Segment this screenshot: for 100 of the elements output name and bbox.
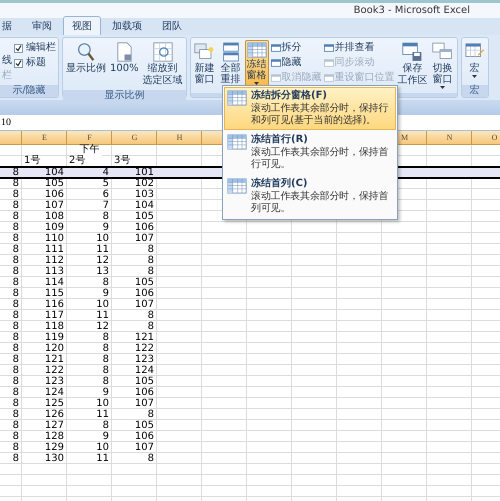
table-cell-text: 106 [44, 190, 65, 200]
table-cell-text: 101 [134, 168, 155, 177]
table-cell-text: 106 [134, 223, 155, 234]
table-cell-text: 110 [44, 234, 65, 244]
table-cell-text: 128 [44, 432, 65, 442]
table-cell-text: 123 [44, 377, 65, 388]
group-label: 示/隐藏 [0, 85, 58, 97]
table-cell-text: 8 [12, 432, 20, 442]
table-cell-text: 11 [95, 311, 110, 322]
window-title: Book3 - Microsoft Excel [354, 5, 470, 16]
table-cell-text: 2号 [68, 156, 86, 167]
table-cell-text: 3号 [113, 156, 132, 167]
table-cell-text: 124 [134, 366, 155, 376]
table-cell-text: 8 [12, 311, 20, 322]
table-cell-text: 114 [44, 278, 65, 288]
table-cell-text: 129 [44, 443, 65, 454]
table-cell-text: 8 [12, 278, 20, 288]
table-cell-text: 107 [134, 399, 155, 410]
table-cell: 下午 [78, 145, 102, 156]
table-cell-text: 8 [12, 234, 20, 244]
table-cell-text: 121 [44, 355, 65, 366]
table-cell-text: 6 [102, 190, 110, 200]
table-cell-text: 9 [102, 432, 110, 442]
table-cell-text: 5 [102, 179, 110, 190]
table-cell-text: 104 [44, 168, 65, 177]
table-cell-text: 1号 [23, 156, 42, 167]
checkbox-label: 编辑栏 [26, 42, 56, 54]
table-cell-text: 104 [134, 201, 155, 212]
table-cell-text: 4 [102, 168, 110, 177]
table-cell-text: 105 [134, 278, 155, 288]
table-cell-text: 116 [44, 300, 65, 310]
table-cell-text: 105 [134, 421, 155, 432]
menu-item-title: 冻结拆分窗格(F) [251, 90, 328, 102]
table-cell-text: 11 [95, 410, 110, 420]
table-cell-text: 8 [102, 366, 110, 376]
table-cell-text: 8 [12, 245, 20, 256]
table-cell-text: 8 [146, 322, 155, 332]
table-cell-text: 8 [12, 168, 20, 177]
table-cell-text: 10 [95, 443, 110, 454]
table-cell-text: 121 [134, 333, 155, 344]
table-cell-text: 105 [134, 212, 155, 222]
table-cell-text: 8 [12, 388, 20, 398]
table-cell-text: 12 [95, 256, 110, 266]
table-cell-text: 112 [44, 256, 65, 266]
table-cell-text: 8 [12, 300, 20, 310]
table-cell-text: 117 [44, 311, 65, 322]
table-cell-text: 11 [95, 245, 110, 256]
checkbox-label: 栏 [2, 70, 12, 82]
table-cell-text: 8 [146, 267, 155, 278]
table-cell-text: 105 [134, 377, 155, 388]
table-cell-text: 124 [44, 388, 65, 398]
table-cell-text: 11 [95, 454, 110, 465]
table-cell-text: 127 [44, 421, 65, 432]
table-cell-text: 8 [102, 212, 110, 222]
table-cell-text: 8 [12, 256, 20, 266]
table-cell-text: 8 [102, 278, 110, 288]
table-cell-text: 9 [102, 388, 110, 398]
table-cell-text: 8 [12, 377, 20, 388]
table-cell-text: 102 [134, 179, 155, 190]
table-cell-text: 8 [12, 322, 20, 332]
table-cell-text: 8 [12, 333, 20, 344]
table-cell-text: 8 [12, 267, 20, 278]
table-cell-text: 8 [12, 399, 20, 410]
table-cell-text: 8 [12, 421, 20, 432]
table-cell-text: 8 [12, 410, 20, 420]
table-cell-text: 106 [134, 432, 155, 442]
table-cell-text: 7 [102, 201, 110, 212]
table-cell-text: 108 [44, 212, 65, 222]
table-cell-text: 13 [95, 267, 110, 278]
table-cell-text: 8 [12, 355, 20, 366]
table-cell-text: 10 [95, 234, 110, 244]
table-cell-text: 8 [146, 410, 155, 420]
table-cell-text: 123 [134, 355, 155, 366]
table-cell-text: 8 [102, 421, 110, 432]
table-cell-text: 115 [44, 289, 65, 300]
table-cell-text: 8 [146, 256, 155, 266]
table-cell-text: 8 [146, 245, 155, 256]
table-cell-text: 8 [12, 289, 20, 300]
table-cell-text: 130 [44, 454, 65, 465]
table-cell-text: 8 [146, 311, 155, 322]
table-cell-text: 125 [44, 399, 65, 410]
table-cell-text: 10 [95, 399, 110, 410]
table-cell-text: 8 [12, 366, 20, 376]
checkbox-label: 线 [2, 55, 12, 67]
table-cell-text: 10 [95, 300, 110, 310]
table-cell-text: 118 [44, 322, 65, 332]
table-cell-text: 8 [12, 223, 20, 234]
menu-item-description: 滚动工作表其余部分时，保持首行可见。 [251, 147, 390, 171]
table-cell-text: 120 [44, 344, 65, 354]
table-cell-text: 122 [44, 366, 65, 376]
menu-item-title: 冻结首列(C) [251, 178, 308, 190]
table-cell-text: 107 [44, 201, 65, 212]
menu-item-description: 滚动工作表其余部分时，保持行和列可见(基于当前的选择)。 [251, 103, 390, 127]
table-cell-text: 107 [134, 443, 155, 454]
table-cell-text: 8 [12, 454, 20, 465]
table-cell-text: 103 [134, 190, 155, 200]
table-cell-text: 8 [146, 454, 155, 465]
checkbox-label: 标题 [26, 57, 46, 69]
table-cell-text: 8 [12, 179, 20, 190]
table-cell-text: 107 [134, 234, 155, 244]
